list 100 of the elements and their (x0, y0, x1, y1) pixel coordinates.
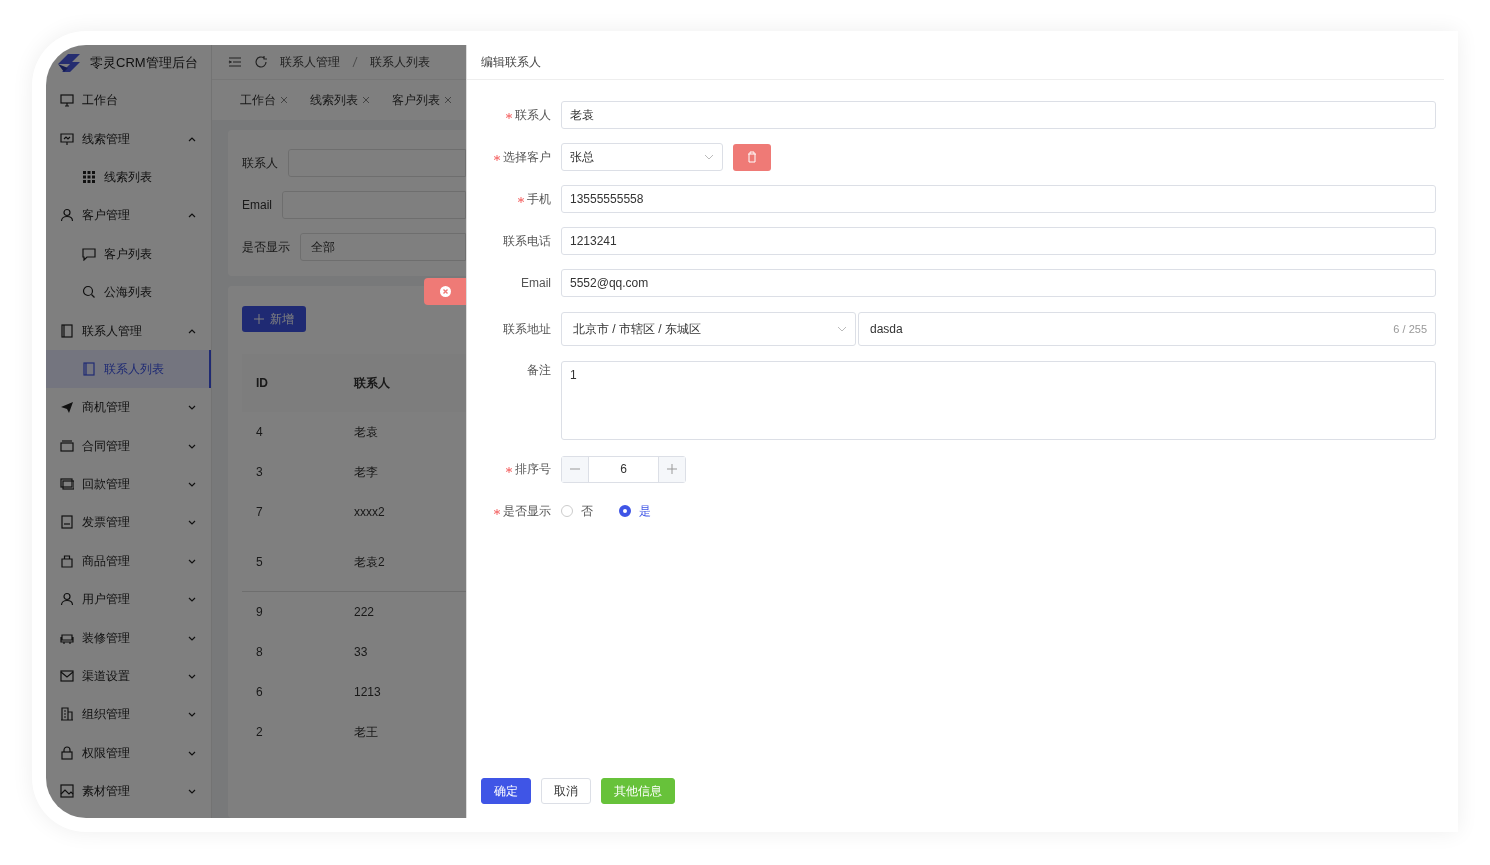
table-cell-text: xxxx2 (354, 504, 385, 521)
tab[interactable]: 客户列表 (392, 91, 452, 109)
chevron-down-icon (187, 480, 197, 489)
column-header: ID (255, 375, 269, 392)
tab[interactable]: 线索列表 (310, 91, 370, 109)
sidebar-item[interactable]: 素材管理 (46, 772, 211, 811)
decrement-button[interactable] (562, 456, 588, 482)
delete-button[interactable] (733, 143, 771, 171)
table-cell-text: 9 (255, 604, 264, 621)
logo-icon (56, 52, 82, 74)
sidebar-item[interactable]: 发票管理 (46, 503, 211, 542)
tab[interactable]: 工作台 (240, 91, 288, 109)
table-cell-text: 7 (255, 504, 264, 521)
trash-icon (747, 151, 757, 163)
filter-field[interactable] (282, 191, 466, 219)
field-label: 联系电话 (503, 234, 551, 248)
input-field[interactable]: 5552@qq.com (561, 269, 1436, 297)
field-label: 联系人 (515, 108, 551, 122)
field-label: 是否显示 (503, 504, 551, 518)
increment-button[interactable] (659, 456, 685, 482)
sidebar-item[interactable]: 联系人管理 (46, 311, 211, 350)
close-button[interactable] (424, 278, 466, 305)
sidebar-subitem[interactable]: 联系人列表 (46, 349, 211, 389)
presentation-icon (60, 131, 74, 146)
asterisk-icon (506, 112, 512, 119)
sidebar-subitem[interactable]: 公海列表 (46, 272, 211, 312)
input-field[interactable]: 13555555558 (561, 185, 1436, 213)
field-label: 选择客户 (503, 150, 551, 164)
footer-button[interactable]: 确定 (481, 778, 531, 804)
column-header: 联系人 (354, 375, 390, 392)
table-cell-text: 8 (255, 644, 264, 661)
select-field[interactable]: 张总 (561, 143, 723, 171)
plus-icon (667, 464, 677, 474)
filter-label: Email (242, 197, 272, 214)
lock-icon (60, 745, 74, 760)
book-icon (60, 323, 74, 338)
field-label: 联系地址 (503, 322, 551, 336)
wallet-icon (60, 438, 74, 453)
sidebar-item[interactable]: 权限管理 (46, 733, 211, 773)
search-icon (82, 285, 96, 300)
table-cell-text: 老袁 (354, 424, 378, 441)
table-cell-text: 2 (255, 724, 264, 741)
book-icon (82, 361, 96, 376)
close-icon[interactable] (362, 96, 370, 104)
number-stepper[interactable]: 6 (561, 455, 686, 483)
chevron-down-icon (187, 710, 197, 719)
sidebar-item[interactable]: 组织管理 (46, 695, 211, 734)
input-field[interactable]: dasda 6 / 255 (858, 312, 1436, 346)
close-icon[interactable] (444, 96, 452, 104)
radio-option[interactable]: 是 (619, 502, 651, 520)
sidebar-item[interactable]: 渠道设置 (46, 656, 211, 696)
filter-field[interactable] (288, 149, 466, 177)
refresh-icon[interactable] (254, 55, 268, 69)
chevron-down-icon (187, 595, 197, 604)
sidebar-item[interactable]: 合同管理 (46, 426, 211, 465)
radio-option[interactable]: 否 (561, 502, 593, 520)
input-field[interactable]: 老袁 (561, 101, 1436, 129)
sidebar-item[interactable]: 商品管理 (46, 541, 211, 581)
chevron-down-icon (704, 154, 714, 160)
field-label: 排序号 (515, 462, 551, 476)
cascader-field[interactable]: 北京市 / 市辖区 / 东城区 (561, 312, 856, 346)
table-cell-text: 6 (255, 684, 264, 701)
sidebar-item[interactable]: 工作台 (46, 81, 211, 120)
sidebar-item[interactable]: 客户管理 (46, 196, 211, 235)
table-cell-text: 1213 (354, 684, 381, 701)
sidebar-item[interactable]: 商机管理 (46, 388, 211, 427)
chevron-down-icon (187, 787, 197, 796)
user-icon (60, 208, 74, 223)
character-counter: 6 / 255 (1393, 321, 1427, 337)
input-field[interactable]: 1213241 (561, 227, 1436, 255)
filter-label: 是否显示 (242, 239, 290, 256)
user-icon (60, 592, 74, 607)
add-button[interactable]: 新增 (242, 306, 306, 332)
building-icon (60, 707, 74, 722)
chevron-down-icon (837, 326, 847, 332)
menu-icon[interactable] (228, 56, 242, 68)
plus-icon (254, 314, 264, 324)
footer-button[interactable]: 取消 (541, 778, 591, 804)
paper-plane-icon (60, 400, 74, 415)
close-icon[interactable] (280, 96, 288, 104)
sidebar-item[interactable]: 回款管理 (46, 464, 211, 504)
table-cell-text: 4 (255, 424, 264, 441)
drawer-title: 编辑联系人 (481, 54, 541, 71)
filter-field[interactable]: 全部 (300, 233, 466, 261)
sidebar-item[interactable]: 线索管理 (46, 119, 211, 158)
sidebar-item[interactable]: 用户管理 (46, 580, 211, 619)
asterisk-icon (494, 154, 500, 161)
sidebar-subitem[interactable]: 线索列表 (46, 157, 211, 197)
sidebar-subitem[interactable]: 客户列表 (46, 234, 211, 273)
textarea-field[interactable]: 1 (561, 361, 1436, 440)
breadcrumb-item[interactable]: 联系人管理 (280, 53, 340, 71)
table-cell-text: 33 (354, 644, 368, 661)
asterisk-icon (518, 196, 524, 203)
sidebar-item[interactable]: 装修管理 (46, 618, 211, 657)
table-cell-text: 老袁2 (354, 553, 385, 571)
mail-icon (60, 669, 74, 684)
app-title: 零灵CRM管理后台 (90, 54, 198, 73)
chevron-down-icon (187, 403, 197, 412)
breadcrumb-item[interactable]: 联系人列表 (370, 53, 430, 71)
table-cell-text: 老李 (354, 464, 378, 481)
